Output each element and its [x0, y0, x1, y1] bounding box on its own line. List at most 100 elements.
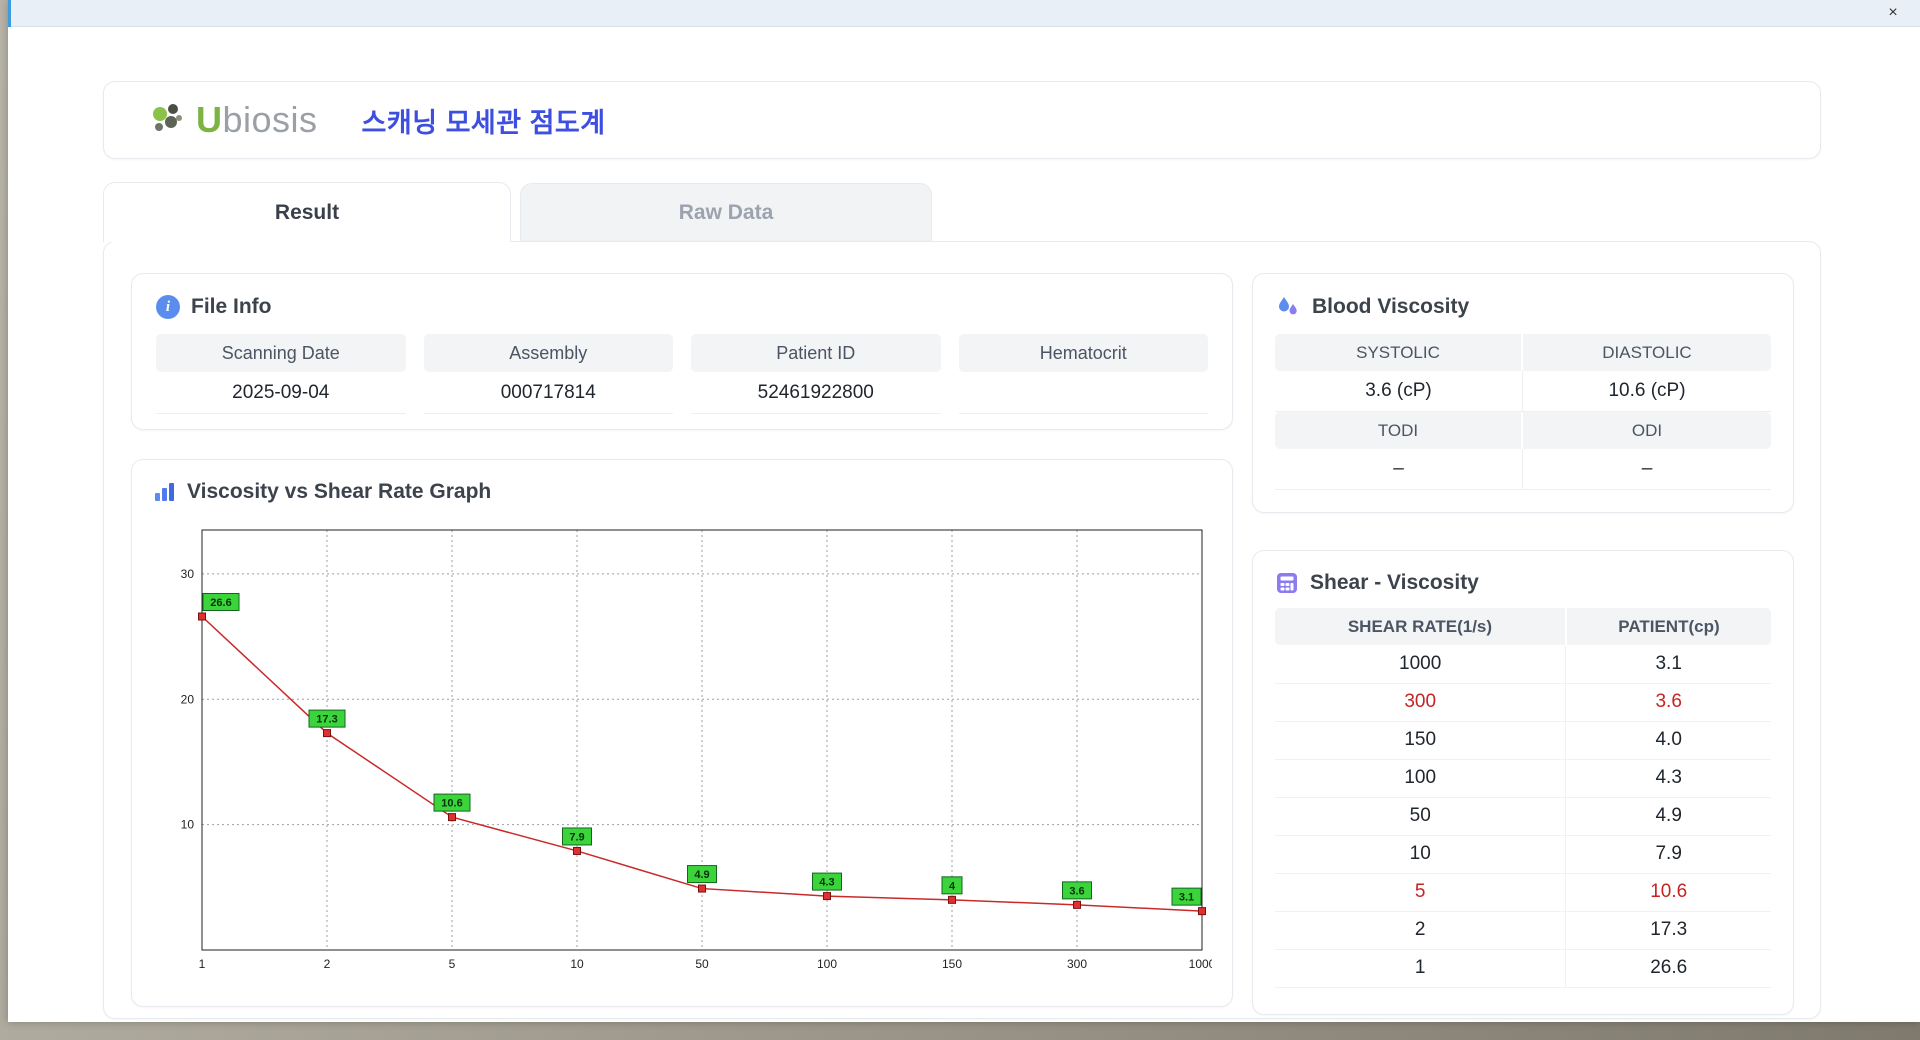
bv-label-diastolic: DIASTOLIC [1523, 334, 1771, 371]
field-value: 2025-09-04 [156, 372, 406, 414]
table-row: 5 10.6 [1275, 873, 1771, 912]
shear-viscosity-card: Shear - Viscosity SHEAR RATE(1/s) PATIEN… [1252, 550, 1794, 1015]
close-button[interactable]: × [1882, 2, 1904, 24]
field-hematocrit: Hematocrit [958, 334, 1208, 414]
svg-text:10: 10 [181, 818, 195, 832]
logo-text: Ubiosis [196, 99, 318, 141]
cell-patient: 10.6 [1565, 873, 1771, 912]
file-info-title: File Info [191, 295, 272, 318]
svg-text:100: 100 [817, 957, 837, 971]
cell-rate: 1000 [1275, 645, 1567, 684]
cell-rate: 50 [1275, 797, 1567, 836]
field-scanning-date: Scanning Date 2025-09-04 [156, 334, 406, 414]
field-label: Scanning Date [156, 334, 406, 372]
viscosity-chart: 26.6 17.3 10.6 7.9 4.9 4.3 4 3.6 3.1 1 2 5 10 50 100 15… [152, 512, 1216, 979]
cell-rate: 300 [1275, 683, 1567, 722]
svg-text:20: 20 [181, 692, 195, 706]
bv-value-todi: – [1275, 449, 1523, 490]
bv-value-diastolic: 10.6 (cP) [1523, 371, 1771, 412]
svg-text:3.1: 3.1 [1179, 892, 1194, 904]
svg-text:4.3: 4.3 [819, 877, 834, 889]
cell-patient: 4.0 [1565, 721, 1771, 760]
tab-raw-data[interactable]: Raw Data [520, 183, 932, 242]
graph-card: Viscosity vs Shear Rate Graph 26.6 17.3 10… [131, 459, 1233, 1007]
svg-text:4: 4 [949, 880, 956, 892]
field-value: 000717814 [423, 372, 673, 414]
field-label: Patient ID [691, 334, 941, 372]
file-info-header: i File Info [156, 295, 1208, 319]
shear-viscosity-header: Shear - Viscosity [1275, 571, 1771, 595]
table-calculator-icon [1277, 573, 1297, 593]
col-shear-rate: SHEAR RATE(1/s) [1275, 608, 1567, 645]
svg-text:1000: 1000 [1189, 957, 1212, 971]
field-label: Assembly [423, 334, 673, 372]
header-card: Ubiosis 스캐닝 모세관 점도계 [103, 81, 1821, 159]
app-window: × Ubiosis 스캐닝 모세관 점도계 Result Raw Data i … [8, 0, 1920, 1022]
svg-text:10.6: 10.6 [441, 798, 462, 810]
titlebar-accent [8, 0, 11, 27]
bar-chart-icon [155, 483, 174, 501]
blood-viscosity-grid: SYSTOLIC DIASTOLIC 3.6 (cP) 10.6 (cP) TO… [1275, 334, 1771, 490]
cell-rate: 150 [1275, 721, 1567, 760]
bv-value-systolic: 3.6 (cP) [1275, 371, 1523, 412]
svg-text:30: 30 [181, 567, 195, 581]
tab-result[interactable]: Result [103, 182, 511, 242]
cell-rate: 2 [1275, 911, 1567, 950]
svg-text:26.6: 26.6 [210, 597, 231, 609]
shear-viscosity-table: SHEAR RATE(1/s) PATIENT(cp) 1000 3.1 300 3… [1275, 608, 1771, 988]
svg-text:300: 300 [1067, 957, 1087, 971]
svg-text:3.6: 3.6 [1069, 885, 1084, 897]
table-row: 10 7.9 [1275, 835, 1771, 874]
logo-rest: biosis [222, 99, 318, 140]
shear-viscosity-title: Shear - Viscosity [1310, 571, 1479, 594]
field-value [958, 372, 1208, 414]
field-patient-id: Patient ID 52461922800 [691, 334, 941, 414]
info-icon: i [156, 295, 180, 319]
logo-letter-u: U [196, 99, 223, 140]
cell-patient: 4.3 [1565, 759, 1771, 798]
bv-value-odi: – [1523, 449, 1771, 490]
table-row: 1 26.6 [1275, 949, 1771, 988]
app-title: 스캐닝 모세관 점도계 [361, 107, 606, 138]
svg-text:17.3: 17.3 [316, 714, 337, 726]
svg-text:4.9: 4.9 [694, 869, 709, 881]
table-row: 100 4.3 [1275, 759, 1771, 798]
table-row: 150 4.0 [1275, 721, 1771, 760]
bv-label-systolic: SYSTOLIC [1275, 334, 1523, 371]
droplets-icon [1279, 297, 1297, 315]
svg-text:2: 2 [324, 957, 331, 971]
cell-rate: 10 [1275, 835, 1567, 874]
desktop-wallpaper: × Ubiosis 스캐닝 모세관 점도계 Result Raw Data i … [0, 0, 1920, 1040]
svg-text:50: 50 [695, 957, 709, 971]
svg-text:150: 150 [942, 957, 962, 971]
bv-label-odi: ODI [1523, 412, 1771, 449]
graph-header: Viscosity vs Shear Rate Graph [152, 480, 1212, 504]
cell-patient: 4.9 [1565, 797, 1771, 836]
field-assembly: Assembly 000717814 [423, 334, 673, 414]
graph-title: Viscosity vs Shear Rate Graph [187, 480, 492, 503]
table-header-row: SHEAR RATE(1/s) PATIENT(cp) [1275, 608, 1771, 645]
titlebar: × [8, 0, 1920, 27]
blood-viscosity-header: Blood Viscosity [1275, 294, 1771, 320]
cell-patient: 3.1 [1565, 645, 1771, 684]
table-row: 50 4.9 [1275, 797, 1771, 836]
svg-text:7.9: 7.9 [569, 831, 584, 843]
table-row: 300 3.6 [1275, 683, 1771, 722]
cell-rate: 5 [1275, 873, 1567, 912]
field-value: 52461922800 [691, 372, 941, 414]
cell-patient: 3.6 [1565, 683, 1771, 722]
blood-viscosity-title: Blood Viscosity [1312, 295, 1470, 318]
col-patient: PATIENT(cp) [1565, 608, 1771, 645]
table-row: 2 17.3 [1275, 911, 1771, 950]
ubiosis-logo: Ubiosis [146, 98, 318, 142]
table-row: 1000 3.1 [1275, 645, 1771, 684]
cell-rate: 1 [1275, 949, 1567, 988]
ubiosis-logo-icon [153, 104, 182, 131]
cell-patient: 17.3 [1565, 911, 1771, 950]
viscosity-chart-svg: 26.6 17.3 10.6 7.9 4.9 4.3 4 3.6 3.1 1 2 5 10 50 100 15… [181, 529, 1216, 971]
cell-rate: 100 [1275, 759, 1567, 798]
bv-label-todi: TODI [1275, 412, 1523, 449]
file-info-card: i File Info Scanning Date 2025-09-04 Ass… [131, 273, 1233, 430]
content-card: i File Info Scanning Date 2025-09-04 Ass… [103, 241, 1821, 1019]
svg-text:5: 5 [449, 957, 456, 971]
